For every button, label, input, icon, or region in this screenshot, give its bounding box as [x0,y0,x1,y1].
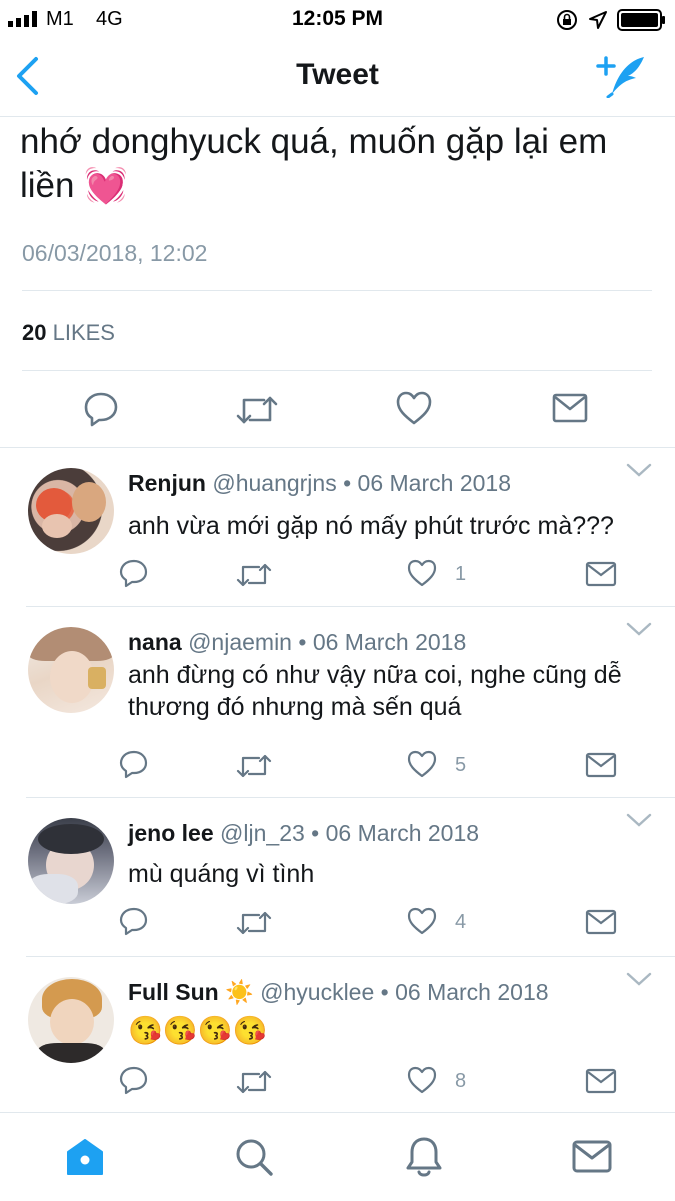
reply-date: • 06 March 2018 [311,820,480,846]
reply-header: jeno lee @ljn_23 • 06 March 2018 [128,820,479,847]
notifications-icon[interactable] [404,1135,444,1179]
reply-item[interactable]: Renjun @huangrjns • 06 March 2018 anh vừ… [0,448,675,606]
location-icon [589,11,607,29]
reply-item[interactable]: nana @njaemin • 06 March 2018 anh đừng c… [0,607,675,797]
handle[interactable]: @hyucklee [260,979,374,1005]
direct-message-icon[interactable] [585,908,617,936]
tweet-text: nhớ donghyuck quá, muốn gặp lại em liền … [20,122,608,205]
display-name[interactable]: jeno lee [128,820,214,846]
status-bar: M1 4G 12:05 PM [0,0,675,40]
avatar[interactable] [28,627,114,713]
messages-icon[interactable] [572,1139,612,1175]
reply-header: Full Sun ☀️ @hyucklee • 06 March 2018 [128,979,549,1006]
reply-icon[interactable] [82,390,120,428]
reply-text: anh đừng có như vậy nữa coi, nghe cũng d… [128,661,622,721]
reply-icon[interactable] [118,906,150,936]
reply-text: anh vừa mới gặp nó mấy phút trước mà??? [128,512,614,540]
avatar[interactable] [28,977,114,1063]
battery-icon [617,9,665,31]
like-count: 4 [455,911,467,933]
likes-count: 20 [22,320,47,345]
retweet-icon[interactable] [236,908,272,938]
avatar[interactable] [28,468,114,554]
avatar[interactable] [28,818,114,904]
retweet-icon[interactable] [236,560,272,590]
likes-summary[interactable]: 20 LIKES [22,320,115,346]
orientation-lock-icon [557,10,577,30]
reply-header: nana @njaemin • 06 March 2018 [128,629,466,656]
like-heart-icon[interactable] [406,558,438,588]
reply-date: • 06 March 2018 [380,979,549,1005]
display-name[interactable]: Full Sun ☀️ [128,979,254,1005]
page-title: Tweet [296,58,379,91]
handle[interactable]: @njaemin [188,629,292,655]
chevron-down-icon[interactable] [626,621,652,637]
like-heart-icon[interactable] [406,906,438,936]
compose-feather-icon[interactable] [596,54,648,98]
handle[interactable]: @huangrjns [212,470,336,496]
chevron-down-icon[interactable] [626,971,652,987]
reply-text: 😘😘😘😘 [128,1015,268,1046]
divider [22,290,652,291]
like-heart-icon[interactable] [406,1065,438,1095]
direct-message-icon[interactable] [585,751,617,779]
navigation-bar: Tweet [0,40,675,117]
display-name[interactable]: nana [128,629,182,655]
like-count: 8 [455,1070,467,1092]
like-count: 5 [455,754,467,776]
tab-bar [0,1112,675,1201]
reply-icon[interactable] [118,558,150,588]
retweet-icon[interactable] [236,1067,272,1097]
reply-date: • 06 March 2018 [343,470,511,496]
reply-header: Renjun @huangrjns • 06 March 2018 [128,470,511,497]
reply-text: mù quáng vì tình [128,860,315,888]
reply-date: • 06 March 2018 [298,629,467,655]
like-heart-icon[interactable] [406,749,438,779]
direct-message-icon[interactable] [585,560,617,588]
like-count: 1 [455,563,467,585]
like-heart-icon[interactable] [395,390,433,426]
likes-label: LIKES [52,320,115,345]
handle[interactable]: @ljn_23 [220,820,305,846]
tweet-timestamp: 06/03/2018, 12:02 [22,240,208,266]
chevron-down-icon[interactable] [626,462,652,478]
direct-message-icon[interactable] [552,392,588,424]
reply-icon[interactable] [118,749,150,779]
chevron-down-icon[interactable] [626,812,652,828]
search-icon[interactable] [234,1137,274,1177]
direct-message-icon[interactable] [585,1067,617,1095]
divider [22,370,652,371]
display-name[interactable]: Renjun [128,470,206,496]
reply-item[interactable]: Full Sun ☀️ @hyucklee • 06 March 2018 😘😘… [0,957,675,1112]
home-icon[interactable] [65,1137,105,1177]
retweet-icon[interactable] [236,392,278,428]
reply-item[interactable]: jeno lee @ljn_23 • 06 March 2018 mù quán… [0,798,675,956]
retweet-icon[interactable] [236,751,272,781]
reply-icon[interactable] [118,1065,150,1095]
